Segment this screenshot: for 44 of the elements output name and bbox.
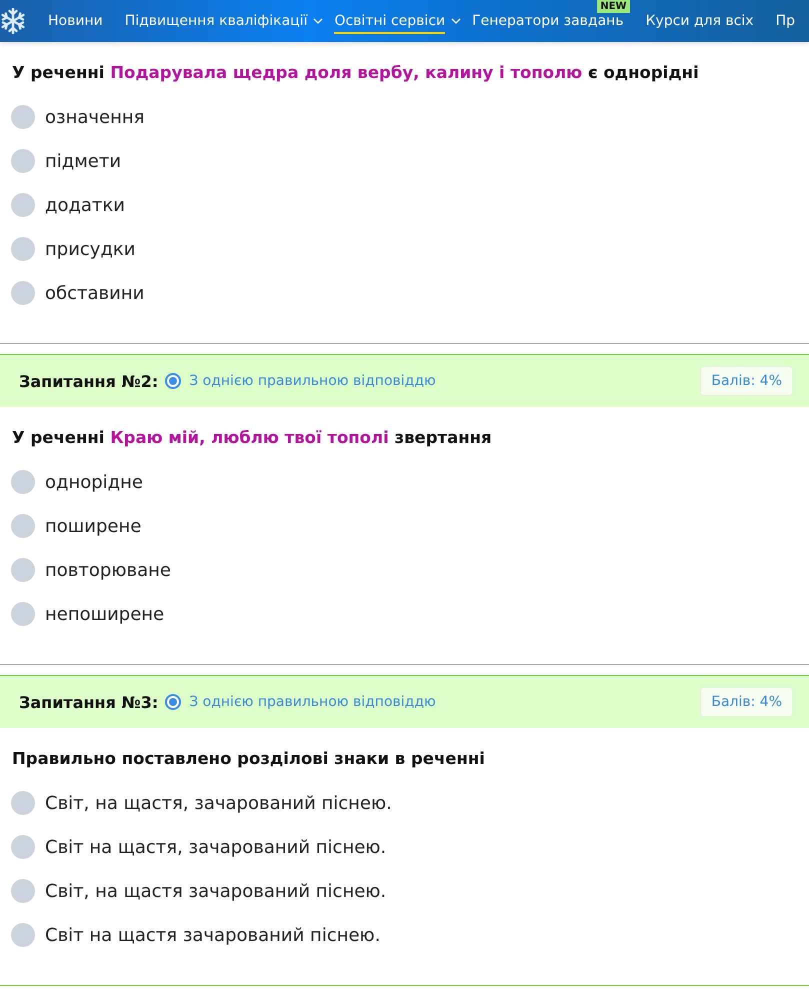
answer-option[interactable]: обставини bbox=[11, 281, 144, 305]
radio-icon[interactable] bbox=[11, 281, 35, 305]
answer-option[interactable]: поширене bbox=[11, 514, 142, 538]
answer-option[interactable]: повторюване bbox=[11, 558, 171, 582]
question-type-label: З однією правильною відповіддю bbox=[189, 373, 436, 389]
question-title: Запитання №2: bbox=[19, 372, 158, 390]
radio-button-icon bbox=[165, 373, 182, 389]
radio-icon[interactable] bbox=[11, 923, 35, 947]
radio-icon[interactable] bbox=[11, 514, 35, 538]
radio-icon[interactable] bbox=[11, 835, 35, 859]
nav-link[interactable]: Підвищення кваліфікації bbox=[124, 5, 324, 37]
radio-icon[interactable] bbox=[11, 105, 35, 129]
nav-link[interactable]: Курси для всіх bbox=[646, 5, 754, 37]
question-title: Запитання №3: bbox=[19, 692, 158, 712]
answer-option[interactable]: Світ на щастя, зачарований піснею. bbox=[11, 835, 386, 859]
radio-icon[interactable] bbox=[11, 149, 35, 173]
radio-icon[interactable] bbox=[11, 193, 35, 217]
answer-option[interactable]: Світ, на щастя, зачарований піснею. bbox=[11, 791, 392, 815]
radio-icon[interactable] bbox=[11, 791, 35, 815]
score-badge: Балів: 4% bbox=[700, 687, 793, 717]
answer-option[interactable]: Світ, на щастя зачарований піснею. bbox=[11, 879, 386, 903]
radio-icon[interactable] bbox=[11, 470, 35, 494]
radio-button-icon bbox=[165, 694, 182, 710]
radio-icon[interactable] bbox=[11, 602, 35, 626]
radio-icon[interactable] bbox=[11, 558, 35, 582]
score-badge: Балів: 4% bbox=[700, 366, 793, 396]
answer-option[interactable]: підмети bbox=[11, 149, 122, 173]
question-prompt: У реченні Подарувала щедра доля вербу, калину і тополю є однорідні bbox=[12, 62, 699, 84]
answer-option[interactable]: присудки bbox=[11, 237, 136, 261]
radio-icon[interactable] bbox=[11, 237, 35, 261]
nav-link[interactable]: Новини bbox=[48, 5, 103, 37]
answer-option[interactable]: однорідне bbox=[11, 470, 143, 494]
question-prompt: У реченні Краю мій, люблю твої тополі звертання bbox=[12, 427, 492, 449]
snowflake-icon[interactable] bbox=[0, 8, 26, 34]
answer-option[interactable]: означення bbox=[11, 105, 144, 129]
answer-option[interactable]: Світ на щастя зачарований піснею. bbox=[11, 923, 380, 947]
radio-icon[interactable] bbox=[11, 879, 35, 903]
question-prompt: Правильно поставлено розділові знаки в реченні bbox=[12, 748, 485, 770]
answer-option[interactable]: непоширене bbox=[11, 602, 164, 626]
answer-option[interactable]: додатки bbox=[11, 193, 125, 217]
question-type-label: З однією правильною відповіддю bbox=[189, 694, 436, 710]
new-badge: NEW bbox=[597, 0, 630, 13]
nav-link[interactable]: Пр bbox=[776, 5, 795, 37]
nav-link[interactable]: Освітні сервіси bbox=[334, 5, 462, 37]
